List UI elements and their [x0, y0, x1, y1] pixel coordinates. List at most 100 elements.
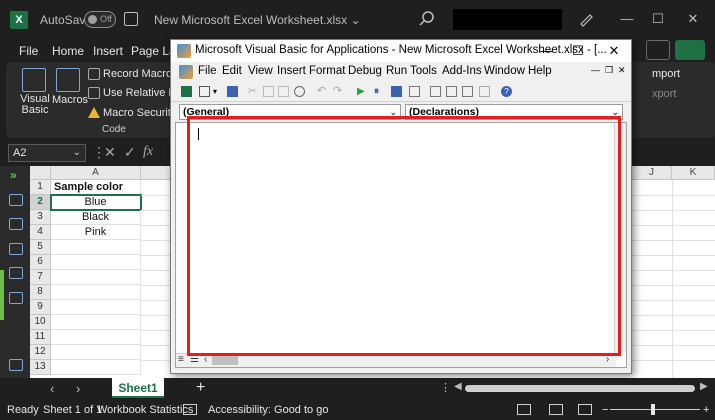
insert-function-icon[interactable]: fx — [143, 144, 153, 160]
accessibility-status[interactable]: Accessibility: Good to go — [208, 404, 328, 416]
redo-icon[interactable]: ↷ — [333, 86, 344, 97]
expand-icon[interactable]: » — [10, 168, 17, 182]
menu-add-ins[interactable]: Add-Ins — [442, 65, 482, 77]
macro-security-button[interactable]: Macro Security — [103, 107, 176, 119]
tab-page-layout[interactable]: Page La — [131, 44, 176, 58]
help-icon[interactable]: ? — [501, 86, 512, 97]
visual-basic-button[interactable]: Visual Basic — [20, 94, 50, 116]
cell-a11[interactable] — [51, 330, 141, 345]
zoom-slider[interactable] — [610, 409, 700, 410]
row-header[interactable]: 13 — [30, 360, 51, 375]
view-excel-icon[interactable] — [181, 86, 192, 97]
macros-button[interactable]: Macros — [52, 94, 88, 106]
insert-module-icon[interactable] — [199, 86, 210, 97]
prev-sheet-icon[interactable]: ‹ — [50, 381, 54, 396]
record-macro-button[interactable]: Record Macro — [103, 68, 172, 80]
workbook-statistics-button[interactable]: Workbook Statistics — [97, 404, 193, 416]
save-icon[interactable] — [124, 12, 138, 26]
cell-a5[interactable] — [51, 240, 141, 255]
row-header[interactable]: 11 — [30, 330, 51, 345]
tab-file[interactable]: File — [19, 44, 38, 58]
column-header[interactable]: A — [51, 166, 141, 180]
chevron-down-icon[interactable]: ▾ — [213, 86, 224, 97]
cell-a13[interactable] — [51, 360, 141, 375]
share-icon[interactable] — [675, 40, 705, 60]
next-sheet-icon[interactable]: › — [76, 381, 80, 396]
project-explorer-icon[interactable] — [430, 86, 441, 97]
use-relative-references-button[interactable]: Use Relative Refe — [103, 87, 171, 99]
scroll-right-icon[interactable]: › — [606, 354, 609, 365]
pane-icon-4[interactable] — [9, 267, 23, 279]
tab-home[interactable]: Home — [52, 44, 84, 58]
macros-icon[interactable] — [56, 68, 80, 92]
column-header[interactable]: K — [672, 166, 715, 180]
procedure-dropdown[interactable]: (Declarations) ⌄ — [405, 104, 623, 120]
cell-a8[interactable] — [51, 285, 141, 300]
sheet-tab-sheet1[interactable]: Sheet1 — [112, 378, 164, 398]
row-header[interactable]: 2 — [30, 195, 51, 210]
cell-a12[interactable] — [51, 345, 141, 360]
doc-restore-icon[interactable]: ❐ — [605, 65, 613, 76]
row-header[interactable]: 5 — [30, 240, 51, 255]
vba-titlebar[interactable]: Microsoft Visual Basic for Applications … — [171, 40, 631, 62]
row-header[interactable]: 8 — [30, 285, 51, 300]
row-header[interactable]: 7 — [30, 270, 51, 285]
vba-doc-icon[interactable] — [179, 65, 193, 79]
scroll-left-icon[interactable]: ◀ — [454, 381, 462, 392]
full-module-view-icon[interactable]: ☰ — [190, 354, 199, 365]
row-header[interactable]: 9 — [30, 300, 51, 315]
comments-icon[interactable] — [646, 40, 670, 60]
select-all-corner[interactable] — [30, 166, 51, 180]
pane-icon-5[interactable] — [9, 292, 23, 304]
pane-icon-2[interactable] — [9, 218, 23, 230]
macro-record-icon[interactable] — [183, 404, 197, 415]
cut-icon[interactable]: ✂ — [248, 86, 259, 97]
paste-icon[interactable] — [278, 86, 289, 97]
cancel-entry-icon[interactable]: ✕ — [104, 144, 116, 161]
row-header[interactable]: 6 — [30, 255, 51, 270]
close-icon[interactable]: ✕ — [605, 42, 623, 60]
relative-ref-icon[interactable] — [88, 87, 100, 99]
add-sheet-icon[interactable]: + — [196, 379, 205, 397]
cell-a4[interactable]: Pink — [51, 225, 141, 240]
find-icon[interactable] — [294, 86, 305, 97]
menu-format[interactable]: Format — [309, 65, 345, 77]
doc-minimize-icon[interactable]: — — [591, 65, 600, 75]
menu-debug[interactable]: Debug — [348, 65, 382, 77]
minimize-icon[interactable]: — — [617, 10, 637, 28]
row-header[interactable]: 3 — [30, 210, 51, 225]
menu-edit[interactable]: Edit — [222, 65, 242, 77]
object-browser-icon[interactable] — [462, 86, 473, 97]
cell-a3[interactable]: Black — [51, 210, 141, 225]
reset-icon[interactable] — [391, 86, 402, 97]
normal-view-icon[interactable] — [517, 404, 531, 415]
run-icon[interactable]: ▶ — [357, 86, 368, 97]
menu-tools[interactable]: Tools — [410, 65, 437, 77]
object-dropdown[interactable]: (General) ⌄ — [179, 104, 401, 120]
menu-view[interactable]: View — [248, 65, 273, 77]
copy-icon[interactable] — [263, 86, 274, 97]
enter-entry-icon[interactable]: ✓ — [124, 144, 136, 161]
procedure-view-icon[interactable]: ≡ — [178, 354, 184, 365]
open-external-icon[interactable] — [9, 359, 23, 371]
vba-editor-window[interactable]: Microsoft Visual Basic for Applications … — [170, 39, 632, 374]
row-header[interactable]: 12 — [30, 345, 51, 360]
visual-basic-icon[interactable] — [22, 68, 46, 92]
tab-insert[interactable]: Insert — [93, 44, 123, 58]
scroll-right-icon[interactable]: ▶ — [700, 381, 708, 392]
autosave-toggle[interactable]: Off — [84, 11, 116, 28]
scroll-left-icon[interactable]: ‹ — [204, 354, 207, 365]
row-header[interactable]: 1 — [30, 180, 51, 195]
name-box[interactable]: A2 ⌄ — [8, 144, 86, 162]
cell-a10[interactable] — [51, 315, 141, 330]
cell-a6[interactable] — [51, 255, 141, 270]
page-layout-view-icon[interactable] — [549, 404, 563, 415]
maximize-icon[interactable]: ☐ — [648, 10, 668, 28]
break-icon[interactable]: ⏸ — [374, 86, 385, 97]
column-header[interactable]: J — [632, 166, 672, 180]
record-macro-icon[interactable] — [88, 68, 100, 80]
minimize-icon[interactable]: — — [537, 42, 555, 60]
export-button[interactable]: xport — [652, 88, 676, 100]
search-icon[interactable] — [418, 10, 436, 28]
design-mode-icon[interactable] — [409, 86, 420, 97]
